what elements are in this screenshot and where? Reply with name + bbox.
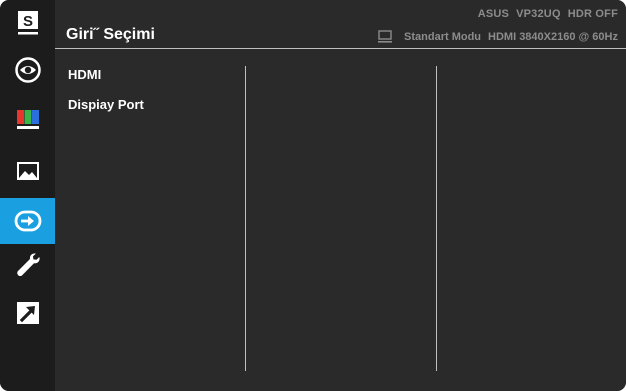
column-divider: [436, 66, 437, 371]
model-label: VP32UQ: [516, 8, 561, 20]
page-title: Giri˝ Seçimi: [66, 26, 155, 43]
header-divider: [55, 48, 626, 49]
hdr-status: HDR OFF: [567, 8, 618, 20]
sidebar-item-system-setup[interactable]: [0, 242, 55, 288]
main-panel: Giri˝ Seçimi ASUS VP32UQ HDR OFF Standart …: [55, 0, 626, 391]
image-landscape-icon: [16, 162, 39, 180]
splendid-s-glyph: S: [22, 13, 32, 30]
color-bars-icon: [16, 110, 39, 129]
sidebar-item-eye-care[interactable]: [0, 47, 55, 93]
input-menu: HDMI Dispiay Port: [68, 66, 144, 126]
sidebar-item-image[interactable]: [0, 148, 55, 194]
sidebar-item-input-select[interactable]: [0, 198, 55, 244]
sidebar-item-splendid[interactable]: S: [0, 0, 55, 46]
status-line-bottom: Standart Modu HDMI 3840X2160 @ 60Hz: [378, 30, 618, 43]
brand-label: ASUS: [477, 8, 510, 20]
input-select-icon: [14, 210, 41, 232]
menu-item-displayport[interactable]: Dispiay Port: [68, 96, 144, 126]
osd-window: S Giri˝ Seçimi ASUS VP32UQ HDR OFF Stand…: [0, 0, 626, 391]
column-divider: [245, 66, 246, 371]
monitor-icon: [378, 30, 393, 43]
eye-care-icon: [14, 57, 41, 83]
sidebar: S: [0, 0, 55, 391]
status-line-top: ASUS VP32UQ HDR OFF: [471, 8, 618, 20]
menu-item-hdmi[interactable]: HDMI: [68, 66, 144, 96]
sidebar-item-shortcut[interactable]: [0, 290, 55, 336]
mode-label: Standart Modu: [404, 30, 482, 43]
wrench-icon: [16, 253, 40, 277]
input-info-label: HDMI 3840X2160 @ 60Hz: [488, 30, 618, 43]
splendid-s-icon: S: [17, 11, 38, 35]
sidebar-item-color[interactable]: [0, 96, 55, 142]
shortcut-arrow-icon: [16, 302, 39, 324]
